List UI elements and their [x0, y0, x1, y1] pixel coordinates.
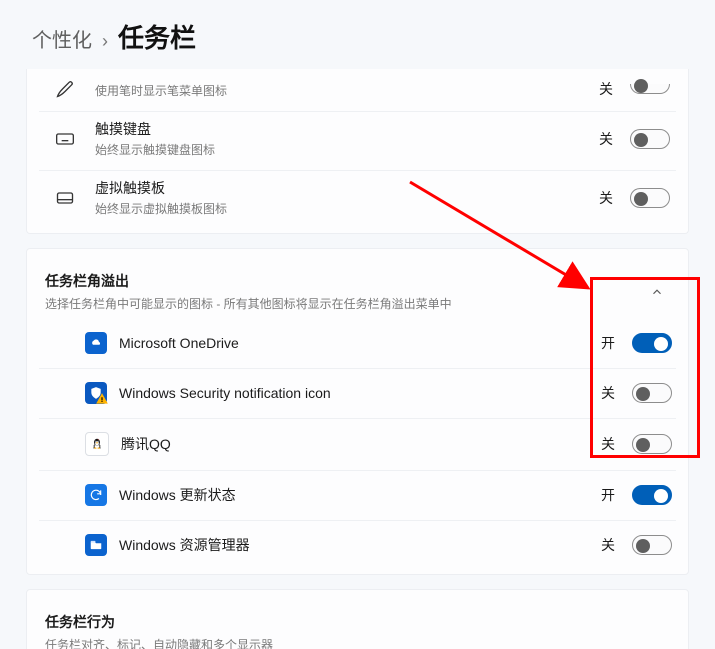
corner-item-desc: 始终显示虚拟触摸板图标	[95, 200, 592, 217]
explorer-icon	[85, 534, 107, 556]
windows-security-toggle[interactable]	[632, 383, 672, 403]
pen-menu-toggle[interactable]	[630, 84, 670, 94]
virtual-touchpad-toggle[interactable]	[630, 188, 670, 208]
windows-update-toggle[interactable]	[632, 485, 672, 505]
chevron-up-icon	[644, 285, 670, 299]
qq-icon	[85, 432, 109, 456]
toggle-state-label: 关	[592, 79, 620, 99]
corner-item-pen-menu[interactable]: 使用笔时显示笔菜单图标 关	[27, 79, 688, 111]
overflow-app-label: Windows 更新状态	[107, 485, 594, 505]
toggle-state-label: 关	[594, 434, 622, 454]
toggle-state-label: 关	[594, 535, 622, 555]
corner-item-virtual-touchpad[interactable]: 虚拟触摸板 始终显示虚拟触摸板图标 关	[27, 170, 688, 229]
overflow-app-label: Windows Security notification icon	[107, 385, 594, 401]
behaviors-title: 任务栏行为	[45, 612, 670, 632]
overflow-app-onedrive[interactable]: Microsoft OneDrive 开	[27, 318, 688, 368]
corner-item-desc: 始终显示触摸键盘图标	[95, 141, 592, 158]
qq-toggle[interactable]	[632, 434, 672, 454]
toggle-state-label: 关	[592, 129, 620, 149]
overflow-app-windows-update[interactable]: Windows 更新状态 开	[27, 470, 688, 520]
taskbar-behaviors-card[interactable]: 任务栏行为 任务栏对齐、标记、自动隐藏和多个显示器	[26, 589, 689, 649]
corner-item-desc: 使用笔时显示笔菜单图标	[95, 82, 592, 99]
overflow-app-windows-security[interactable]: Windows Security notification icon 关	[27, 368, 688, 418]
keyboard-icon	[45, 129, 85, 149]
overflow-desc: 选择任务栏角中可能显示的图标 - 所有其他图标将显示在任务栏角溢出菜单中	[45, 295, 644, 312]
overflow-title: 任务栏角溢出	[45, 271, 644, 291]
toggle-state-label: 关	[594, 383, 622, 403]
touch-keyboard-toggle[interactable]	[630, 129, 670, 149]
pen-icon	[45, 79, 85, 99]
behaviors-desc: 任务栏对齐、标记、自动隐藏和多个显示器	[45, 636, 670, 649]
windows-security-icon	[85, 382, 107, 404]
toggle-state-label: 开	[594, 485, 622, 505]
breadcrumb-current: 任务栏	[118, 18, 196, 55]
taskbar-overflow-card: 任务栏角溢出 选择任务栏角中可能显示的图标 - 所有其他图标将显示在任务栏角溢出…	[26, 248, 689, 575]
onedrive-toggle[interactable]	[632, 333, 672, 353]
overflow-app-label: 腾讯QQ	[109, 434, 594, 454]
overflow-app-qq[interactable]: 腾讯QQ 关	[27, 418, 688, 470]
breadcrumb: 个性化 › 任务栏	[0, 0, 715, 69]
breadcrumb-separator: ›	[102, 31, 108, 52]
overflow-app-label: Windows 资源管理器	[107, 535, 594, 555]
toggle-state-label: 开	[594, 333, 622, 353]
overflow-app-explorer[interactable]: Windows 资源管理器 关	[27, 520, 688, 570]
onedrive-icon	[85, 332, 107, 354]
corner-item-title: 虚拟触摸板	[95, 178, 592, 198]
corner-item-title: 触摸键盘	[95, 119, 592, 139]
overflow-header-row[interactable]: 任务栏角溢出 选择任务栏角中可能显示的图标 - 所有其他图标将显示在任务栏角溢出…	[27, 253, 688, 318]
windows-update-icon	[85, 484, 107, 506]
toggle-state-label: 关	[592, 188, 620, 208]
corner-item-touch-keyboard[interactable]: 触摸键盘 始终显示触摸键盘图标 关	[27, 111, 688, 170]
breadcrumb-prev[interactable]: 个性化	[32, 24, 92, 53]
taskbar-corner-icons-card: 使用笔时显示笔菜单图标 关 触摸键盘 始终显示触摸键盘图标 关 虚拟触摸板 始终…	[26, 69, 689, 234]
overflow-app-label: Microsoft OneDrive	[107, 335, 594, 351]
explorer-toggle[interactable]	[632, 535, 672, 555]
touchpad-icon	[45, 188, 85, 208]
